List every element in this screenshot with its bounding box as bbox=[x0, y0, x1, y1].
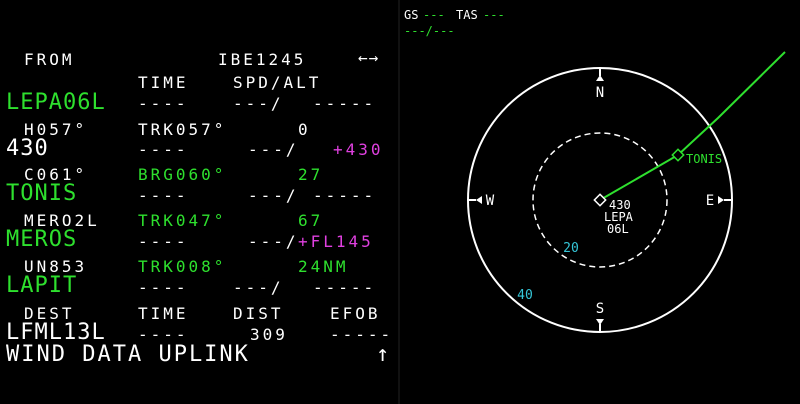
waypoint-lepa06l[interactable]: LEPA06L bbox=[6, 92, 106, 114]
dest-time: ---- bbox=[138, 325, 189, 344]
speed-value: ---/ bbox=[233, 94, 284, 113]
speed-value: ---/ bbox=[248, 186, 299, 205]
compass-n: N bbox=[596, 85, 604, 101]
west-arrow-icon bbox=[476, 196, 482, 204]
altitude-constraint: +430 bbox=[333, 140, 384, 159]
nd-map: N S W E 20 40 TONIS 430 LEPA 06L bbox=[467, 51, 786, 333]
destination-airport[interactable]: LFML13L bbox=[6, 322, 106, 344]
leg-track: TRK057° bbox=[138, 120, 227, 139]
time-value: ---- bbox=[138, 278, 189, 297]
altitude-value: ----- bbox=[313, 94, 377, 113]
altitude-constraint: +FL145 bbox=[298, 232, 374, 251]
time-value: ---- bbox=[138, 232, 189, 251]
dest-efob-header: EFOB bbox=[330, 304, 381, 323]
dest-distance: 309 bbox=[250, 325, 288, 344]
scratchpad-message: WIND DATA UPLINK bbox=[6, 342, 250, 367]
leg-distance: 27 bbox=[298, 165, 324, 184]
range-label-outer: 40 bbox=[517, 288, 533, 303]
dest-dist-header: DIST bbox=[233, 304, 284, 323]
scroll-up-arrow-icon[interactable]: ↑ bbox=[376, 344, 390, 366]
compass-s: S bbox=[596, 301, 604, 317]
leg-bearing: BRG060° bbox=[138, 165, 227, 184]
leg-distance: 0 bbox=[298, 120, 311, 139]
speed-value: ---/ bbox=[248, 232, 299, 251]
page-slew-arrows-icon[interactable]: ←→ bbox=[358, 50, 379, 66]
navigation-display: GS --- TAS --- ---/--- N S W E 20 40 TON… bbox=[400, 0, 800, 404]
speed-value: ---/ bbox=[248, 140, 299, 159]
altitude-value: ----- bbox=[313, 186, 377, 205]
range-label-inner: 20 bbox=[563, 241, 579, 256]
north-arrow-icon bbox=[596, 75, 604, 81]
airport-symbol-icon bbox=[593, 193, 607, 207]
time-value: ---- bbox=[138, 186, 189, 205]
spd-alt-header: SPD/ALT bbox=[233, 73, 322, 92]
flight-id: IBE1245 bbox=[218, 50, 307, 69]
flight-plan-route bbox=[599, 51, 786, 201]
south-arrow-icon bbox=[596, 319, 604, 325]
east-arrow-icon bbox=[718, 196, 724, 204]
time-header: TIME bbox=[138, 73, 189, 92]
dest-efob: ----- bbox=[330, 325, 394, 344]
mcdu-display: FROM IBE1245 ←→ TIME SPD/ALT LEPA06L ---… bbox=[0, 0, 398, 404]
waypoint-tonis[interactable]: TONIS bbox=[6, 183, 77, 205]
leg-track: TRK008° bbox=[138, 257, 227, 276]
leg-distance: 24NM bbox=[298, 257, 349, 276]
waypoint-lapit[interactable]: LAPIT bbox=[6, 275, 77, 297]
speed-value: ---/ bbox=[233, 278, 284, 297]
time-value: ---- bbox=[138, 94, 189, 113]
compass-w: W bbox=[486, 193, 495, 209]
leg-distance: 67 bbox=[298, 211, 324, 230]
leg-track: TRK047° bbox=[138, 211, 227, 230]
runway-label: 06L bbox=[607, 222, 629, 236]
time-value: ---- bbox=[138, 140, 189, 159]
compass-e: E bbox=[706, 193, 714, 209]
from-label: FROM bbox=[24, 50, 75, 69]
waypoint-meros[interactable]: MEROS bbox=[6, 229, 77, 251]
dest-time-header: TIME bbox=[138, 304, 189, 323]
altitude-value: ----- bbox=[313, 278, 377, 297]
waypoint-430[interactable]: 430 bbox=[6, 138, 49, 160]
tonis-label: TONIS bbox=[686, 152, 722, 166]
